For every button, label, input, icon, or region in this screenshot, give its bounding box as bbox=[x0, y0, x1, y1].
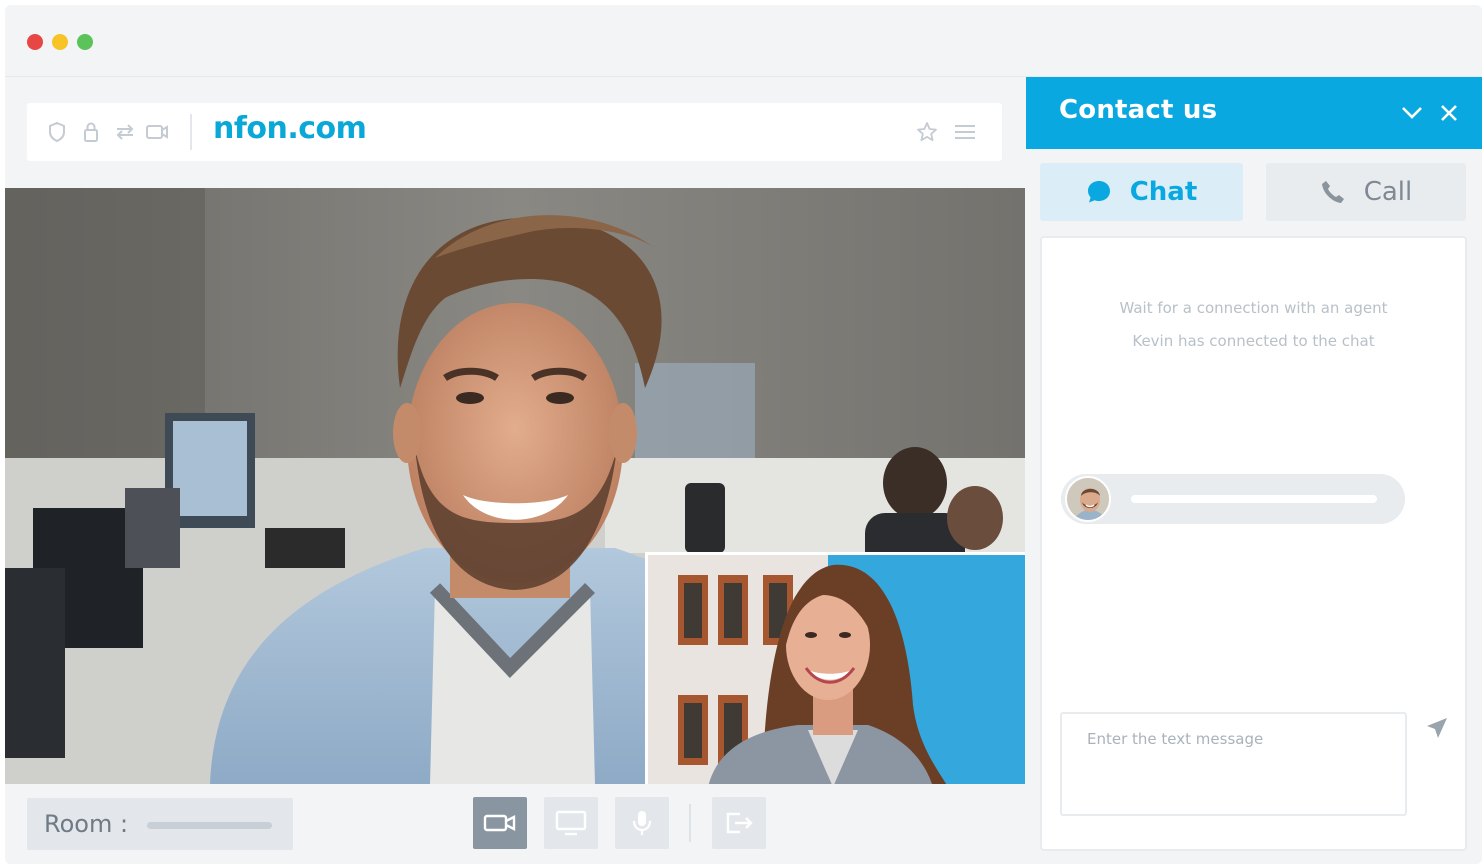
url-text[interactable]: nfon.com bbox=[213, 111, 367, 146]
screen-share-button[interactable] bbox=[544, 797, 598, 849]
leave-call-button[interactable] bbox=[712, 797, 766, 849]
microphone-icon bbox=[632, 811, 652, 835]
address-bar[interactable]: nfon.com bbox=[27, 103, 1002, 161]
room-field[interactable]: Room : bbox=[27, 798, 293, 850]
menu-icon[interactable] bbox=[953, 120, 977, 144]
video-camera-button[interactable] bbox=[473, 797, 527, 849]
agent-message-bubble bbox=[1061, 474, 1405, 524]
address-separator bbox=[190, 114, 192, 150]
chat-bubble-icon bbox=[1087, 181, 1110, 203]
close-window-button[interactable] bbox=[27, 34, 43, 50]
self-view-video bbox=[645, 552, 1025, 784]
phone-icon bbox=[1321, 181, 1344, 203]
video-camera-icon bbox=[483, 814, 516, 832]
tab-call[interactable]: Call bbox=[1266, 163, 1466, 221]
exit-icon bbox=[726, 812, 753, 834]
tab-chat-label: Chat bbox=[1129, 177, 1198, 207]
shield-icon bbox=[45, 120, 69, 144]
message-input[interactable] bbox=[1060, 712, 1407, 816]
star-icon[interactable] bbox=[915, 120, 939, 144]
collapse-button[interactable] bbox=[1398, 99, 1426, 127]
room-label: Room : bbox=[44, 810, 129, 838]
lock-icon bbox=[79, 120, 103, 144]
controls-separator bbox=[689, 804, 691, 842]
call-controls-bar: Room : bbox=[5, 784, 1025, 864]
maximize-window-button[interactable] bbox=[77, 34, 93, 50]
send-icon bbox=[1427, 718, 1447, 738]
browser-window: nfon.com Room: Contact us Chat Call Wai… bbox=[5, 5, 1482, 864]
room-name-placeholder bbox=[147, 822, 272, 829]
contact-header: Contact us bbox=[1026, 77, 1482, 149]
woman-video-illustration bbox=[648, 555, 1025, 784]
contact-title: Contact us bbox=[1059, 95, 1218, 125]
title-bar bbox=[5, 5, 1482, 77]
send-button[interactable] bbox=[1422, 713, 1452, 743]
minimize-window-button[interactable] bbox=[52, 34, 68, 50]
message-placeholder-line bbox=[1131, 495, 1377, 503]
chevron-down-icon bbox=[1402, 107, 1422, 119]
tab-call-label: Call bbox=[1363, 177, 1413, 207]
transfer-icon bbox=[113, 120, 137, 144]
tab-chat[interactable]: Chat bbox=[1040, 163, 1243, 221]
camera-icon bbox=[145, 120, 169, 144]
agent-avatar bbox=[1065, 476, 1111, 522]
system-message: Wait for a connection with an agent bbox=[1119, 299, 1388, 317]
close-icon bbox=[1441, 105, 1457, 121]
microphone-button[interactable] bbox=[615, 797, 669, 849]
system-message: Kevin has connected to the chat bbox=[1132, 332, 1375, 350]
contact-panel: Contact us Chat Call Wait for a connecti… bbox=[1026, 77, 1482, 864]
chat-conversation: Wait for a connection with an agent Kevi… bbox=[1040, 236, 1467, 851]
close-button[interactable] bbox=[1435, 99, 1463, 127]
screen-share-icon bbox=[555, 810, 587, 836]
